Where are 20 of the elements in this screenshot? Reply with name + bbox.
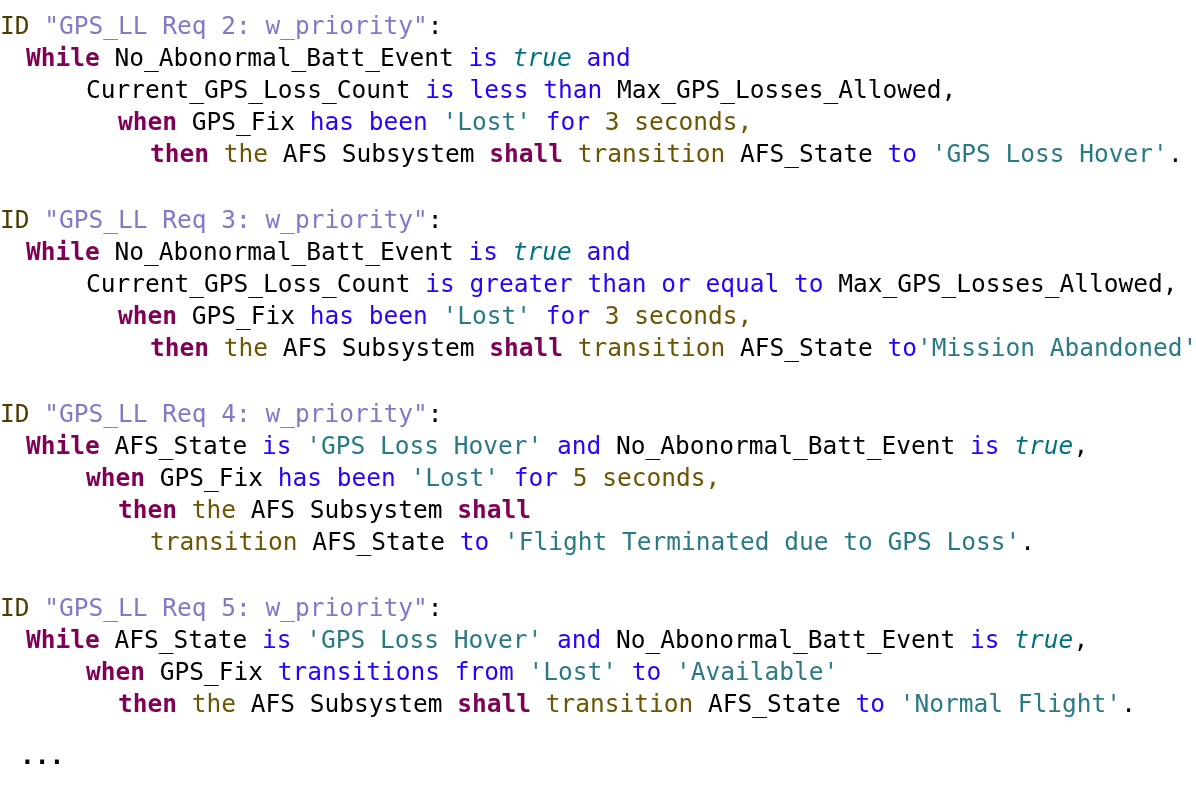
code-line: Current_GPS_Loss_Count is greater than or equal to Max_GPS_Losses_Allowed, <box>86 268 1178 300</box>
code-line: While No_Abonormal_Batt_Event is true and <box>26 236 631 268</box>
ellipsis-text: ... <box>20 740 65 772</box>
code-line: then the AFS Subsystem shall <box>118 494 532 526</box>
code-line: Current_GPS_Loss_Count is less than Max_GPS_Losses_Allowed, <box>86 74 957 106</box>
code-line: While AFS_State is 'GPS Loss Hover' and No_Abonormal_Batt_Event is true, <box>26 430 1089 462</box>
code-line: when GPS_Fix has been 'Lost' for 3 seconds, <box>118 300 753 332</box>
code-line: when GPS_Fix has been 'Lost' for 3 seconds, <box>118 106 753 138</box>
code-line: then the AFS Subsystem shall transition AFS_State to 'GPS Loss Hover'. <box>150 138 1183 170</box>
requirement-id-line: ID "GPS_LL Req 3: w_priority": <box>0 204 443 236</box>
code-line: then the AFS Subsystem shall transition AFS_State to 'Normal Flight'. <box>118 688 1136 720</box>
requirement-id-line: ID "GPS_LL Req 4: w_priority": <box>0 398 443 430</box>
requirement-id-line: ID "GPS_LL Req 2: w_priority": <box>0 10 443 42</box>
code-line: While AFS_State is 'GPS Loss Hover' and No_Abonormal_Batt_Event is true, <box>26 624 1089 656</box>
code-line: when GPS_Fix has been 'Lost' for 5 seconds, <box>86 462 721 494</box>
code-line: transition AFS_State to 'Flight Terminated due to GPS Loss'. <box>150 526 1036 558</box>
code-line: when GPS_Fix transitions from 'Lost' to 'Available' <box>86 656 839 688</box>
code-line: then the AFS Subsystem shall transition AFS_State to'Mission Abandoned' <box>150 332 1196 364</box>
code-line: While No_Abonormal_Batt_Event is true and <box>26 42 631 74</box>
requirement-id-line: ID "GPS_LL Req 5: w_priority": <box>0 592 443 624</box>
